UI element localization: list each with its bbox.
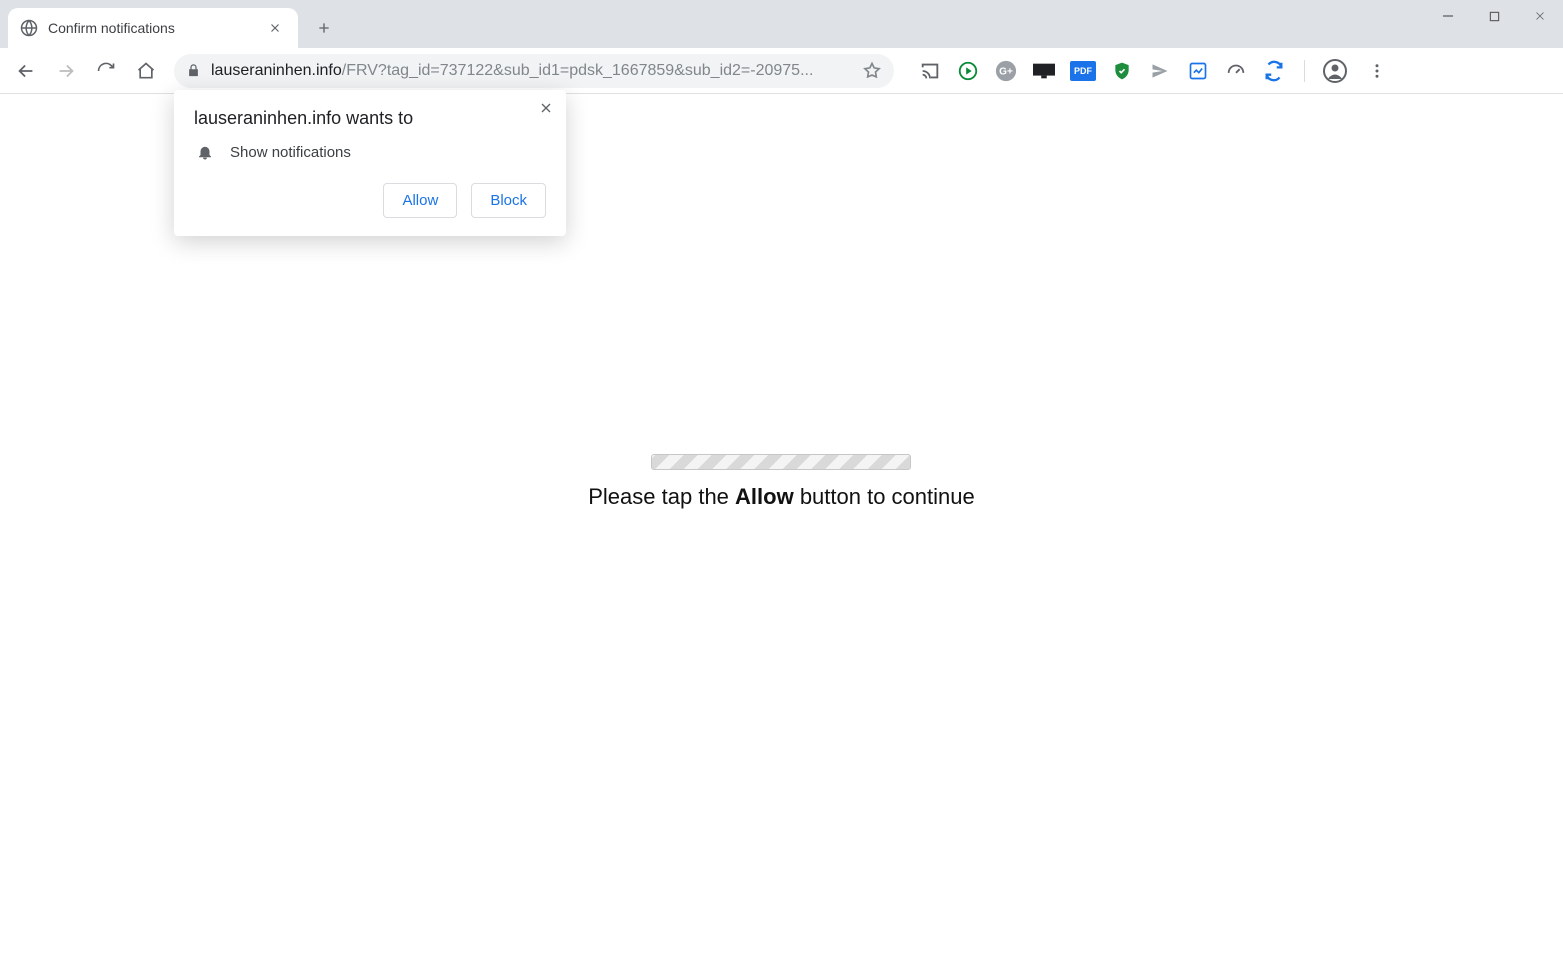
home-button[interactable] — [128, 53, 164, 89]
extension-cast-icon[interactable] — [918, 59, 942, 83]
extension-sync-icon[interactable] — [1262, 59, 1286, 83]
prompt-bold: Allow — [735, 484, 794, 509]
url-path: /FRV?tag_id=737122&sub_id1=pdsk_1667859&… — [342, 62, 814, 79]
extension-gplus-icon[interactable]: G+ — [994, 59, 1018, 83]
tab-title: Confirm notifications — [48, 20, 254, 36]
notification-permission-popup: lauseraninhen.info wants to Show notific… — [174, 90, 566, 236]
browser-tab[interactable]: Confirm notifications — [8, 8, 298, 48]
allow-button[interactable]: Allow — [383, 183, 457, 218]
permission-label: Show notifications — [230, 144, 351, 161]
extension-shield-icon[interactable] — [1110, 59, 1134, 83]
permission-popup-title: lauseraninhen.info wants to — [194, 108, 546, 129]
prompt-text: Please tap the Allow button to continue — [588, 484, 974, 510]
loader-wrap: Please tap the Allow button to continue — [588, 454, 974, 510]
window-minimize-button[interactable] — [1425, 0, 1471, 32]
new-tab-button[interactable] — [308, 12, 340, 44]
globe-icon — [20, 19, 38, 37]
chrome-menu-icon[interactable] — [1361, 62, 1393, 80]
close-icon[interactable] — [538, 100, 554, 121]
extension-speed-icon[interactable] — [1224, 59, 1248, 83]
profile-avatar-icon[interactable] — [1323, 59, 1347, 83]
toolbar-divider — [1304, 60, 1305, 82]
progress-loader — [651, 454, 911, 470]
url-text: lauseraninhen.info/FRV?tag_id=737122&sub… — [211, 62, 852, 80]
pdf-icon-label: PDF — [1074, 66, 1092, 76]
extension-chart-icon[interactable] — [1186, 59, 1210, 83]
reload-button[interactable] — [88, 53, 124, 89]
bell-icon — [196, 143, 214, 161]
window-maximize-button[interactable] — [1471, 0, 1517, 32]
forward-button[interactable] — [48, 53, 84, 89]
extension-play-icon[interactable] — [956, 59, 980, 83]
close-tab-icon[interactable] — [264, 17, 286, 39]
window-close-button[interactable] — [1517, 0, 1563, 32]
omnibox[interactable]: lauseraninhen.info/FRV?tag_id=737122&sub… — [174, 54, 894, 88]
prompt-suffix: button to continue — [794, 484, 975, 509]
lock-icon — [186, 63, 201, 78]
block-button[interactable]: Block — [471, 183, 546, 218]
svg-text:G+: G+ — [999, 66, 1013, 77]
extension-pdf-icon[interactable]: PDF — [1070, 61, 1096, 81]
extension-monitor-icon[interactable] — [1032, 59, 1056, 83]
extension-row: G+ PDF — [918, 59, 1393, 83]
bookmark-star-icon[interactable] — [862, 61, 882, 81]
extension-send-icon[interactable] — [1148, 59, 1172, 83]
prompt-prefix: Please tap the — [588, 484, 735, 509]
titlebar: Confirm notifications — [0, 0, 1563, 48]
window-controls — [1425, 0, 1563, 32]
url-host: lauseraninhen.info — [211, 62, 342, 79]
toolbar: lauseraninhen.info/FRV?tag_id=737122&sub… — [0, 48, 1563, 94]
permission-actions: Allow Block — [194, 183, 546, 218]
permission-row: Show notifications — [196, 143, 546, 161]
back-button[interactable] — [8, 53, 44, 89]
